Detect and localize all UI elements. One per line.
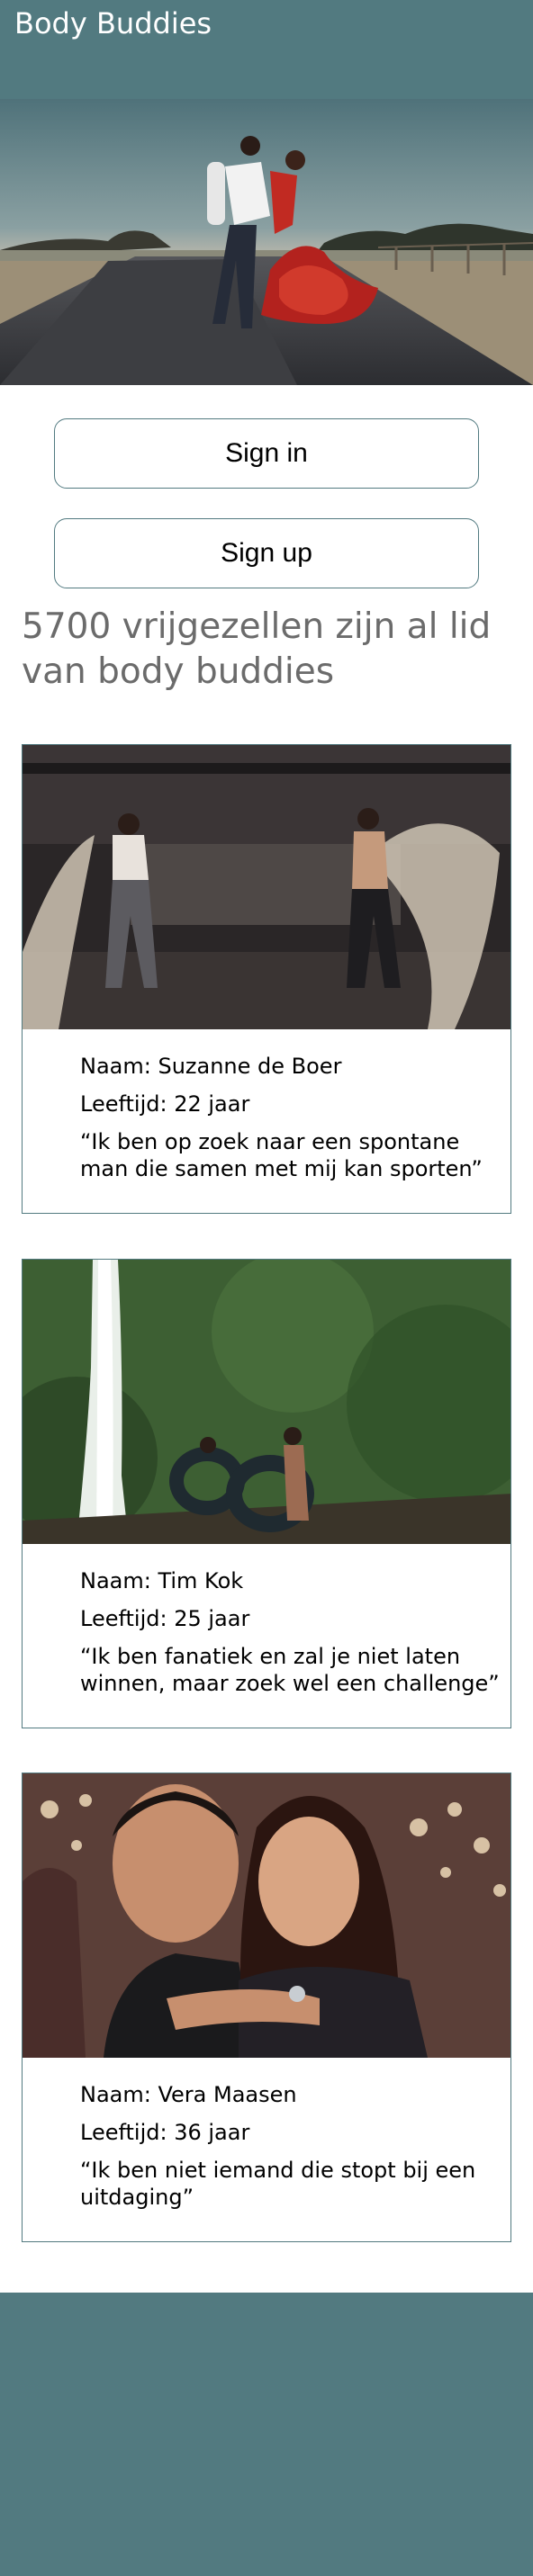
members-count-heading: 5700 vrijgezellen zijn al lid van body b… xyxy=(22,606,492,692)
profile-name: Naam: Suzanne de Boer xyxy=(80,1054,342,1079)
sign-in-button[interactable]: Sign in xyxy=(54,418,479,489)
profile-quote: “Ik ben niet iemand die stopt bij een ui… xyxy=(80,2158,476,2210)
site-header: Body Buddies xyxy=(0,0,533,100)
profile-photo-couple xyxy=(23,1773,510,2058)
brand-title[interactable]: Body Buddies xyxy=(14,5,212,41)
profile-quote: “Ik ben fanatiek en zal je niet laten wi… xyxy=(80,1644,500,1696)
profile-photo-gym xyxy=(23,745,510,1029)
profile-age: Leeftijd: 22 jaar xyxy=(80,1091,250,1117)
profile-quote: “Ik ben op zoek naar een spontane man di… xyxy=(80,1129,483,1181)
profile-name: Naam: Tim Kok xyxy=(80,1568,244,1593)
profile-age: Leeftijd: 25 jaar xyxy=(80,1606,250,1631)
profile-card[interactable]: Naam: Tim Kok Leeftijd: 25 jaar “Ik ben … xyxy=(22,1259,511,1728)
hero-image xyxy=(0,99,533,385)
site-footer xyxy=(0,2293,533,2576)
profile-name: Naam: Vera Maasen xyxy=(80,2082,297,2107)
profile-age: Leeftijd: 36 jaar xyxy=(80,2120,250,2145)
sign-up-button[interactable]: Sign up xyxy=(54,518,479,588)
profile-photo-waterfall xyxy=(23,1260,510,1544)
profile-card[interactable]: Naam: Vera Maasen Leeftijd: 36 jaar “Ik … xyxy=(22,1773,511,2242)
profile-card[interactable]: Naam: Suzanne de Boer Leeftijd: 22 jaar … xyxy=(22,744,511,1214)
